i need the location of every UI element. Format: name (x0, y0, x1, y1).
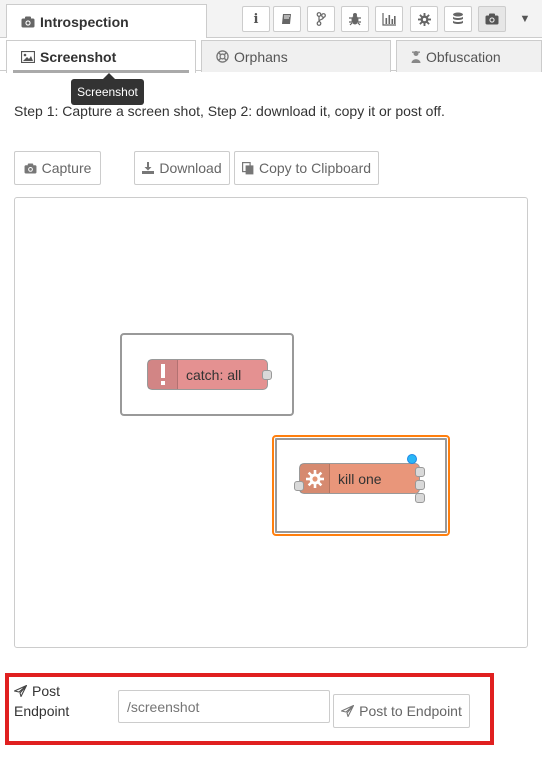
gear-icon (300, 464, 330, 493)
post-endpoint-label: Post Endpoint (14, 681, 69, 721)
download-icon (142, 162, 155, 174)
user-secret-icon (411, 50, 421, 63)
copy-label: Copy to Clipboard (258, 160, 372, 176)
download-label: Download (159, 160, 222, 176)
help-button[interactable] (273, 6, 301, 32)
tab-screenshot[interactable]: Screenshot (6, 40, 196, 73)
catch-node-frame[interactable]: catch: all (120, 333, 294, 416)
instructions-text: Step 1: Capture a screen shot, Step 2: d… (14, 103, 445, 119)
bar-chart-icon (382, 12, 396, 26)
camera-icon (21, 16, 35, 28)
config-button[interactable] (410, 6, 438, 32)
sidebar-menu-dropdown[interactable]: ▼ (516, 10, 534, 28)
introspection-title: Introspection (40, 13, 129, 30)
tab-obfuscation-label: Obfuscation (426, 48, 501, 65)
download-button[interactable]: Download (134, 151, 230, 185)
debug-button[interactable] (341, 6, 369, 32)
catch-node-label: catch: all (186, 366, 242, 383)
introspection-tab[interactable]: Introspection (6, 4, 207, 38)
git-branch-icon (316, 12, 326, 26)
post-button-label: Post to Endpoint (359, 703, 462, 719)
tab-orphans[interactable]: Orphans (201, 40, 391, 72)
book-icon (281, 13, 293, 25)
copy-icon (241, 161, 254, 175)
camera-icon (24, 162, 37, 174)
capture-button[interactable]: Capture (14, 151, 101, 185)
capture-label: Capture (41, 160, 92, 176)
output-port[interactable] (262, 370, 272, 380)
catch-node[interactable]: catch: all (147, 359, 268, 390)
exclamation-icon (148, 360, 178, 389)
screenshot-tooltip: Screenshot (71, 73, 144, 105)
copy-to-clipboard-button[interactable]: Copy to Clipboard (234, 151, 379, 185)
camera-icon (485, 13, 499, 25)
tab-obfuscation[interactable]: Obfuscation (396, 40, 542, 72)
function-node[interactable]: kill one (299, 463, 420, 494)
life-ring-icon (216, 50, 229, 63)
output-port[interactable] (415, 467, 425, 477)
info-button[interactable]: i (242, 6, 270, 32)
introspection-subtabs: Screenshot Orphans Obfuscation (0, 38, 542, 73)
tab-screenshot-label: Screenshot (40, 49, 117, 65)
screenshot-preview-canvas[interactable]: catch: all kill one (14, 197, 528, 648)
context-data-button[interactable] (444, 6, 472, 32)
introspection-button[interactable] (478, 6, 506, 32)
post-label-line2: Endpoint (14, 703, 70, 719)
output-port[interactable] (415, 480, 425, 490)
project-button[interactable] (307, 6, 335, 32)
database-icon (452, 12, 464, 26)
tab-orphans-label: Orphans (234, 48, 288, 65)
input-port[interactable] (294, 481, 304, 491)
dashboard-button[interactable] (375, 6, 403, 32)
endpoint-url-input[interactable] (118, 690, 330, 723)
bug-icon (348, 12, 362, 26)
sidebar-header: Introspection i ▼ (0, 0, 542, 38)
function-node-label: kill one (338, 470, 382, 487)
gear-icon (417, 12, 431, 26)
post-to-endpoint-button[interactable]: Post to Endpoint (333, 694, 470, 728)
post-label-line1: Post (32, 683, 61, 699)
paper-plane-icon (14, 685, 27, 697)
output-port[interactable] (415, 493, 425, 503)
changed-indicator (407, 454, 417, 464)
paper-plane-icon (341, 705, 355, 717)
function-node-frame[interactable]: kill one (272, 435, 450, 536)
chevron-down-icon: ▼ (519, 13, 531, 25)
image-icon (21, 51, 35, 63)
info-icon: i (253, 11, 259, 27)
